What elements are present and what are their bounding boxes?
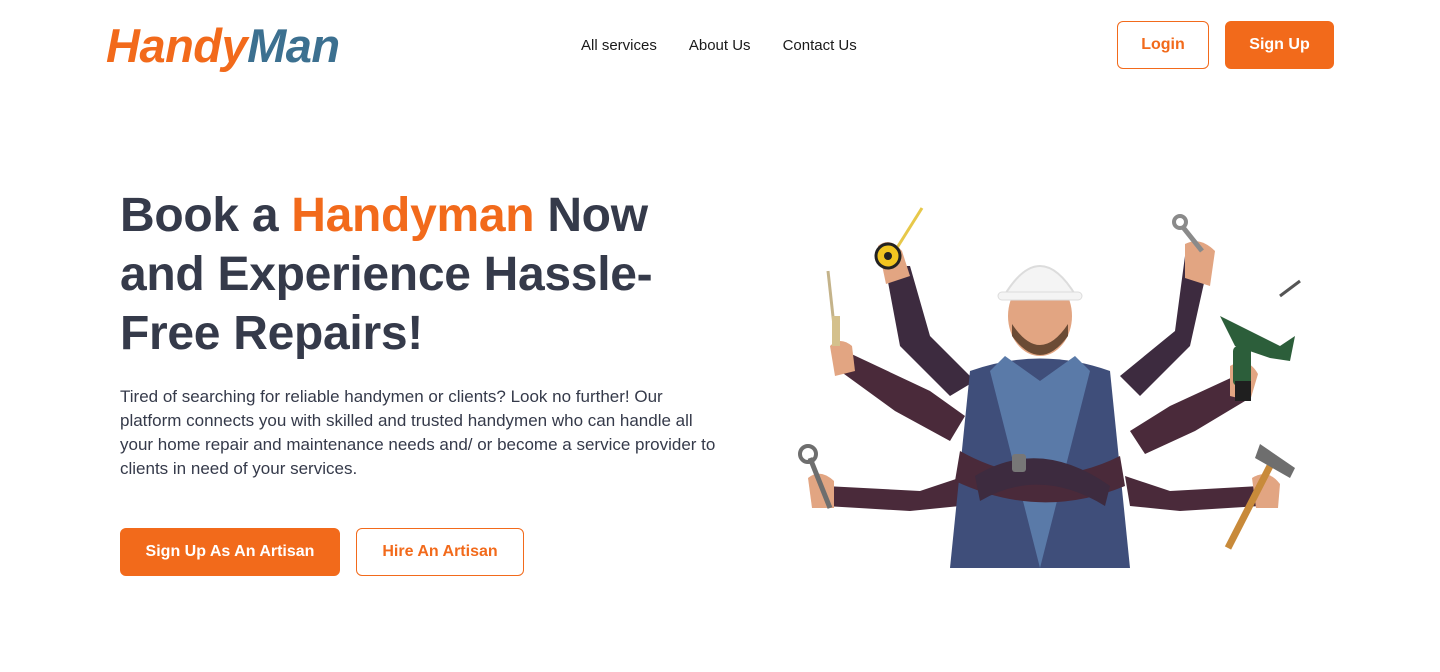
nav-contact-us[interactable]: Contact Us <box>783 35 857 57</box>
hero-description: Tired of searching for reliable handymen… <box>120 387 716 478</box>
logo-part-handy: Handy <box>106 19 248 72</box>
main-nav: All services About Us Contact Us <box>581 35 857 57</box>
headline-pre: Book a <box>120 189 292 242</box>
nav-about-us[interactable]: About Us <box>689 35 751 57</box>
handyman-head <box>997 265 1083 356</box>
handyman-multi-arm-illustration <box>798 207 1301 568</box>
signup-artisan-button[interactable]: Sign Up As An Artisan <box>120 528 340 576</box>
login-button[interactable]: Login <box>1117 21 1209 69</box>
handyman-body <box>950 356 1130 568</box>
hire-artisan-button[interactable]: Hire An Artisan <box>356 528 524 576</box>
headline-highlight: Handyman <box>291 189 535 242</box>
tape-measure-icon <box>874 207 924 270</box>
screwdriver-icon <box>826 270 840 346</box>
brand-logo[interactable]: HandyMan <box>106 16 340 76</box>
signup-button[interactable]: Sign Up <box>1225 21 1334 69</box>
nav-all-services[interactable]: All services <box>581 35 657 57</box>
hero-headline: Book a Handyman Now and Experience Hassl… <box>120 186 740 363</box>
landing-page: HandyMan All services About Us Contact U… <box>0 0 1440 672</box>
logo-part-man: Man <box>247 19 340 72</box>
